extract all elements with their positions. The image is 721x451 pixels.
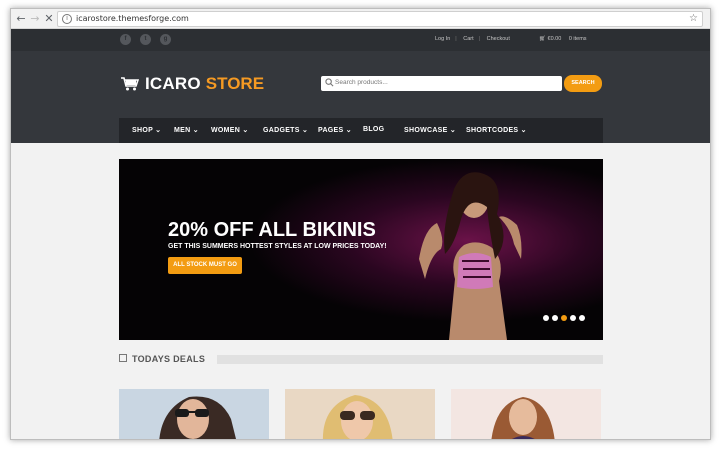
search-input[interactable]: Search products...: [321, 76, 562, 91]
site-logo[interactable]: ICARO STORE: [121, 74, 264, 94]
nav-item-shop[interactable]: SHOP ⌄: [132, 126, 161, 134]
hero-slider[interactable]: 20% OFF ALL BIKINIS GET THIS SUMMERS HOT…: [119, 159, 603, 340]
slide-dot[interactable]: [552, 315, 558, 321]
address-bar[interactable]: i icarostore.themesforge.com ☆: [57, 11, 703, 27]
checkout-link[interactable]: Checkout: [487, 36, 510, 42]
brand-name: ICARO: [145, 74, 201, 93]
chevron-down-icon: ⌄: [345, 127, 352, 134]
product-image[interactable]: [451, 389, 601, 440]
slide-dot[interactable]: [543, 315, 549, 321]
deals-heading: TODAYS DEALS: [132, 354, 206, 364]
deals-divider: [217, 355, 603, 364]
search-placeholder: Search products...: [335, 79, 388, 86]
cart-total: €0.00: [547, 36, 562, 42]
cart-icon: 🛒︎: [539, 36, 546, 42]
main-nav: SHOP ⌄ MEN ⌄ WOMEN ⌄ GADGETS ⌄ PAGES ⌄ B…: [119, 118, 603, 143]
banner-cta-button[interactable]: ALL STOCK MUST GO: [168, 257, 242, 274]
chevron-down-icon: ⌄: [242, 127, 249, 134]
chevron-down-icon: ⌄: [449, 127, 457, 134]
brand-accent: STORE: [205, 74, 265, 93]
chevron-down-icon: ⌄: [155, 127, 162, 134]
search-button[interactable]: SEARCH: [564, 75, 602, 92]
nav-item-women[interactable]: WOMEN ⌄: [211, 126, 249, 134]
product-image[interactable]: [285, 389, 435, 440]
nav-item-blog[interactable]: BLOG: [363, 126, 384, 133]
cart-item-count: 0 items: [568, 36, 587, 42]
url-text[interactable]: icarostore.themesforge.com: [76, 14, 189, 23]
slide-dot-active[interactable]: [561, 315, 567, 321]
nav-item-showcase[interactable]: SHOWCASE ⌄: [404, 126, 456, 134]
page-info-icon[interactable]: i: [62, 14, 72, 24]
nav-item-pages[interactable]: PAGES ⌄: [318, 126, 352, 134]
browser-window: ← → ✕ i icarostore.themesforge.com ☆ f t…: [10, 8, 711, 440]
forward-icon[interactable]: →: [28, 12, 42, 26]
slide-dot[interactable]: [579, 315, 585, 321]
banner-subline: GET THIS SUMMERS HOTTEST STYLES AT LOW P…: [168, 243, 387, 250]
cart-link[interactable]: Cart: [463, 36, 473, 42]
google-plus-icon[interactable]: g: [160, 34, 171, 45]
search-icon: [325, 78, 334, 87]
slide-dot[interactable]: [570, 315, 576, 321]
nav-item-men[interactable]: MEN ⌄: [174, 126, 199, 134]
nav-item-shortcodes[interactable]: SHORTCODES ⌄: [466, 126, 527, 134]
twitter-icon[interactable]: t: [140, 34, 151, 45]
slider-pagination: [543, 315, 588, 321]
site-header: f t g Log In | Cart | Checkout 🛒︎ €0.00 0 …: [11, 29, 710, 143]
deals-icon: [119, 354, 127, 362]
product-image[interactable]: [119, 389, 269, 440]
chevron-down-icon: ⌄: [192, 127, 199, 134]
back-icon[interactable]: ←: [14, 12, 28, 26]
browser-toolbar: ← → ✕ i icarostore.themesforge.com ☆: [11, 9, 710, 29]
shopping-cart-icon: [121, 77, 139, 91]
facebook-icon[interactable]: f: [120, 34, 131, 45]
chevron-down-icon: ⌄: [301, 127, 309, 134]
mini-cart[interactable]: 🛒︎ €0.00 0 items: [539, 36, 587, 42]
chevron-down-icon: ⌄: [520, 127, 527, 134]
nav-item-gadgets[interactable]: GADGETS ⌄: [263, 126, 308, 134]
banner-headline: 20% OFF ALL BIKINIS: [168, 219, 376, 241]
stop-loading-icon[interactable]: ✕: [42, 12, 56, 26]
login-link[interactable]: Log In: [435, 36, 450, 42]
top-bar: f t g Log In | Cart | Checkout 🛒︎ €0.00 0 …: [11, 29, 710, 51]
account-links: Log In | Cart | Checkout: [435, 36, 510, 42]
bookmark-star-icon[interactable]: ☆: [689, 13, 698, 24]
